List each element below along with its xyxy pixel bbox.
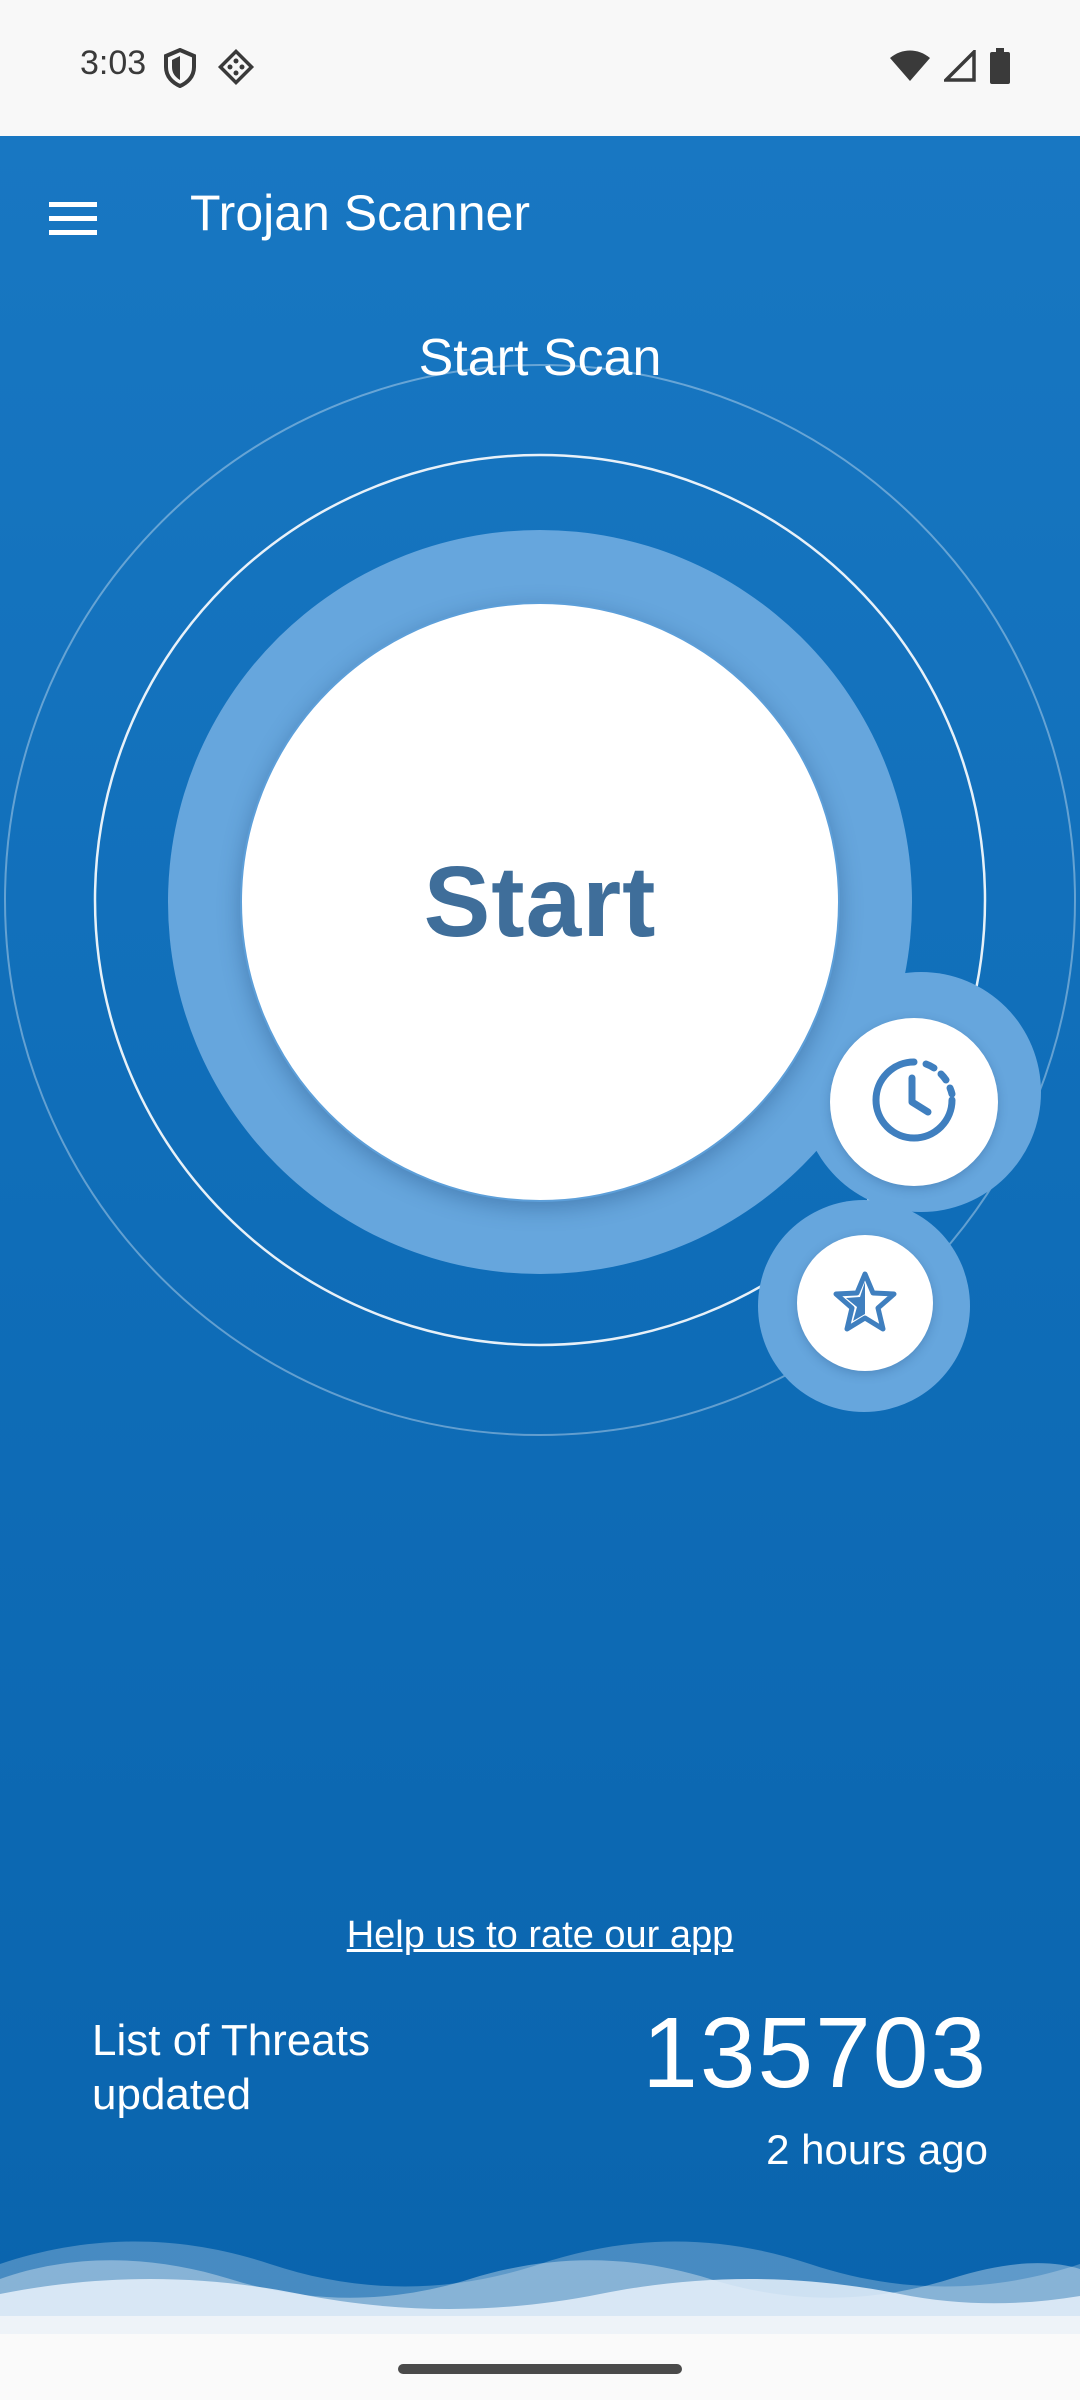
status-bar: 3:03 bbox=[0, 0, 1080, 136]
wifi-icon bbox=[890, 50, 930, 87]
start-label: Start bbox=[423, 845, 657, 958]
home-indicator[interactable] bbox=[398, 2364, 682, 2374]
main-screen: Trojan Scanner Start Scan Start Help us … bbox=[0, 136, 1080, 2334]
battery-icon bbox=[990, 48, 1010, 89]
scan-heading: Start Scan bbox=[418, 329, 662, 387]
vpn-diamond-icon bbox=[217, 48, 255, 93]
clock-schedule-icon bbox=[868, 1054, 960, 1151]
favorite-button[interactable] bbox=[797, 1235, 933, 1371]
app-bar: Trojan Scanner bbox=[0, 136, 1080, 286]
status-time: 3:03 bbox=[80, 44, 147, 82]
schedule-scan-button[interactable] bbox=[830, 1018, 998, 1186]
star-icon bbox=[833, 1270, 897, 1337]
threats-list-label: List of Threats updated bbox=[92, 2016, 370, 2119]
app-title: Trojan Scanner bbox=[190, 185, 530, 241]
start-scan-button[interactable]: Start bbox=[240, 602, 840, 1202]
menu-button[interactable] bbox=[28, 176, 118, 266]
threats-count: 135703 bbox=[642, 1997, 988, 2109]
wave-decoration bbox=[0, 2241, 1080, 2334]
shield-icon bbox=[163, 47, 197, 93]
hamburger-menu-icon bbox=[47, 200, 99, 243]
threats-updated-time: 2 hours ago bbox=[766, 2126, 988, 2173]
cell-signal-icon bbox=[941, 47, 976, 87]
rate-app-link[interactable]: Help us to rate our app bbox=[0, 1914, 1080, 1957]
